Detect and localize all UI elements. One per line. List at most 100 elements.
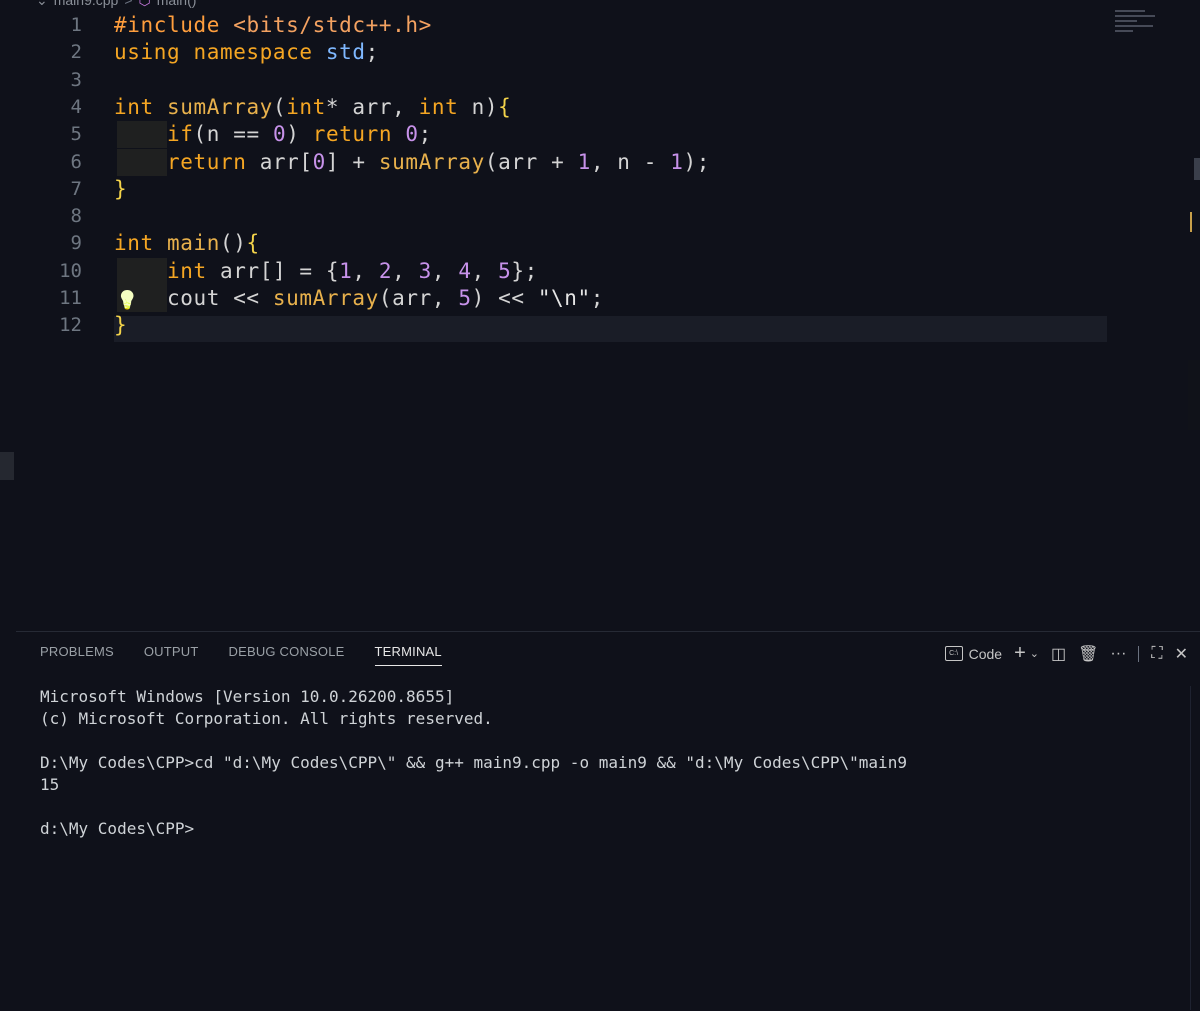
code-token: 3 bbox=[418, 258, 432, 283]
code-text: int arr[] = {1, 2, 3, 4, 5}; bbox=[114, 258, 538, 285]
code-token: () bbox=[219, 231, 247, 256]
code-token: return bbox=[312, 122, 406, 147]
trash-icon[interactable]: 🗑 bbox=[1078, 644, 1098, 664]
code-line[interactable]: 1 #include <bits/stdc++.h> bbox=[0, 12, 1200, 39]
chevron-down-icon[interactable]: ⌄ bbox=[1030, 647, 1039, 660]
line-number: 5 bbox=[70, 123, 82, 146]
code-token: ; bbox=[365, 40, 379, 65]
tab-output[interactable]: OUTPUT bbox=[144, 644, 199, 666]
code-token: ; bbox=[590, 286, 605, 310]
code-line[interactable]: 8 bbox=[0, 203, 1200, 230]
breadcrumb-file[interactable]: main9.cpp bbox=[54, 0, 119, 8]
code-token: , bbox=[431, 258, 459, 283]
code-token: arr[] = { bbox=[219, 258, 340, 283]
scrollbar-marker bbox=[1194, 158, 1200, 180]
code-token: 1 bbox=[577, 149, 591, 174]
code-token: sumArray bbox=[166, 94, 273, 119]
code-token: sumArray bbox=[272, 286, 379, 310]
minimap[interactable] bbox=[1115, 10, 1160, 36]
panel-scrollbar[interactable] bbox=[1190, 686, 1200, 1010]
line-number: 8 bbox=[70, 205, 82, 228]
code-text: using namespace std; bbox=[114, 39, 379, 66]
code-token: , bbox=[352, 258, 379, 283]
code-text: } bbox=[114, 176, 127, 203]
code-text: } bbox=[114, 312, 127, 339]
code-token: ] + bbox=[325, 149, 379, 174]
code-line[interactable]: 11 cout << sumArray(arr, 5) << "\n"; bbox=[0, 285, 1200, 312]
breadcrumb-symbol[interactable]: main() bbox=[157, 0, 197, 8]
code-text: #include <bits/stdc++.h> bbox=[114, 12, 432, 39]
code-token: #include bbox=[114, 13, 234, 37]
tab-debug-console[interactable]: DEBUG CONSOLE bbox=[229, 644, 345, 666]
tab-problems[interactable]: PROBLEMS bbox=[40, 644, 114, 666]
code-token: n) bbox=[471, 94, 499, 119]
code-line[interactable]: 5 if(n == 0) return 0; bbox=[0, 121, 1200, 149]
breadcrumb-separator: > bbox=[124, 0, 133, 8]
line-number: 9 bbox=[70, 232, 82, 255]
code-line[interactable]: 10 int arr[] = {1, 2, 3, 4, 5}; bbox=[0, 257, 1200, 285]
code-token: { bbox=[498, 94, 512, 119]
code-token: } bbox=[114, 313, 128, 338]
code-editor[interactable]: 1 #include <bits/stdc++.h> 2 using namespac… bbox=[0, 12, 1200, 632]
breadcrumb[interactable]: ⌄ main9.cpp > ⬡ main() bbox=[36, 0, 196, 9]
terminal-line: Microsoft Windows [Version 10.0.26200.86… bbox=[40, 687, 455, 706]
line-number: 12 bbox=[59, 314, 82, 337]
terminal-line: (c) Microsoft Corporation. All rights re… bbox=[40, 709, 493, 728]
code-text: int main(){ bbox=[114, 230, 260, 257]
code-line[interactable]: 2 using namespace std; bbox=[0, 39, 1200, 66]
toolbar-divider bbox=[1138, 645, 1140, 662]
terminal-line: 15 bbox=[40, 775, 60, 794]
code-token: }; bbox=[511, 258, 538, 283]
code-text: if(n == 0) return 0; bbox=[114, 121, 432, 148]
code-token: , n - bbox=[590, 149, 671, 174]
code-token: 4 bbox=[458, 258, 472, 283]
code-line[interactable]: 3 bbox=[0, 67, 1200, 94]
code-token: sumArray bbox=[378, 149, 485, 174]
code-line[interactable]: 6 return arr[0] + sumArray(arr + 1, n - … bbox=[0, 148, 1200, 176]
close-icon[interactable]: ✕ bbox=[1175, 644, 1188, 664]
lightbulb-icon[interactable]: 💡 bbox=[116, 288, 138, 314]
sidebar-edge bbox=[0, 452, 14, 480]
code-token: 0 bbox=[312, 149, 326, 174]
symbol-cube-icon: ⬡ bbox=[139, 0, 151, 9]
line-number: 2 bbox=[70, 41, 82, 64]
terminal-profile[interactable]: C:\ Code bbox=[944, 645, 1003, 662]
tab-terminal[interactable]: TERMINAL bbox=[374, 644, 442, 666]
chevron-icon: ⌄ bbox=[36, 0, 48, 9]
code-token: 0 bbox=[405, 122, 419, 147]
split-icon[interactable]: ◫ bbox=[1051, 644, 1066, 664]
more-icon[interactable]: ··· bbox=[1110, 645, 1126, 663]
code-token: int bbox=[114, 94, 167, 119]
code-token: 5 bbox=[458, 286, 472, 310]
scrollbar-marker bbox=[1190, 212, 1200, 232]
code-text: int sumArray(int* arr, int n){ bbox=[114, 94, 511, 121]
maximize-icon[interactable]: ⛶ bbox=[1151, 645, 1162, 663]
code-token: return bbox=[166, 149, 260, 174]
code-token: 0 bbox=[272, 122, 287, 147]
code-token: ); bbox=[683, 149, 711, 174]
code-token: (arr + bbox=[484, 149, 578, 174]
code-token: 5 bbox=[498, 258, 512, 283]
code-token: * arr, bbox=[325, 94, 419, 119]
code-token: , bbox=[392, 258, 419, 283]
code-line[interactable]: 9 int main(){ bbox=[0, 230, 1200, 257]
code-token: int bbox=[286, 94, 326, 119]
terminal-output[interactable]: Microsoft Windows [Version 10.0.26200.86… bbox=[40, 686, 907, 840]
code-line[interactable]: 12} bbox=[0, 312, 1200, 339]
code-line[interactable]: 4 int sumArray(int* arr, int n){ bbox=[0, 94, 1200, 121]
code-token: int bbox=[166, 258, 220, 283]
code-token: std bbox=[325, 40, 366, 65]
code-text: return arr[0] + sumArray(arr + 1, n - 1)… bbox=[114, 149, 710, 176]
code-line[interactable]: 7} bbox=[0, 176, 1200, 203]
line-number: 3 bbox=[70, 68, 82, 91]
code-token: } bbox=[114, 176, 128, 201]
code-token: int bbox=[114, 231, 167, 256]
terminal-profile-label: Code bbox=[968, 645, 1003, 662]
plus-icon[interactable]: + bbox=[1014, 642, 1026, 665]
code-token: ) bbox=[286, 122, 313, 147]
scrollbar-track[interactable] bbox=[1188, 360, 1200, 430]
line-number: 7 bbox=[70, 177, 82, 200]
